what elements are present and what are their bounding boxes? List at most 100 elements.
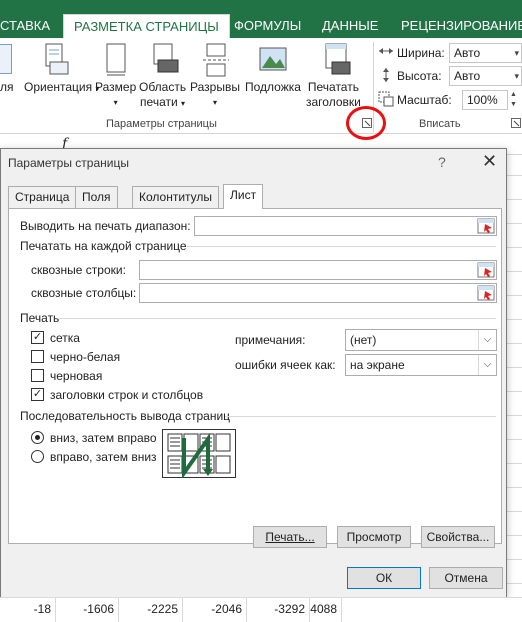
cell-errors-select[interactable]: на экране ⌵ <box>345 354 497 376</box>
cols-to-repeat-label: сквозные столбцы: <box>31 286 137 300</box>
divider <box>187 246 496 247</box>
size-label: Размер <box>95 80 137 94</box>
background-icon <box>259 47 287 71</box>
chevron-down-icon: ▾ <box>181 99 186 108</box>
rows-to-repeat-input[interactable] <box>139 260 497 280</box>
cell[interactable]: 4088 <box>310 598 342 622</box>
scale-input[interactable]: 100% <box>462 90 508 110</box>
comments-select[interactable]: (нет) ⌵ <box>345 329 497 351</box>
draft-quality-checkbox[interactable] <box>31 369 44 382</box>
print-titles-section-label: Печатать на каждой странице <box>20 239 187 253</box>
page-setup-dialog: Параметры страницы ? ✕ Страница Поля Кол… <box>0 148 507 598</box>
margins-icon <box>0 44 12 74</box>
print-titles-button[interactable]: Печатать заголовки <box>306 80 361 110</box>
tab-page[interactable]: Страница <box>8 186 77 208</box>
comments-value: (нет) <box>350 333 377 347</box>
print-area-button[interactable]: Область печати ▾ <box>139 80 186 111</box>
tab-insert[interactable]: СТАВКА <box>0 14 50 38</box>
dialog-title: Параметры страницы <box>8 156 129 170</box>
sheet-row: -18 -1606 -2225 -2046 -3292 4088 <box>0 597 522 622</box>
tab-data[interactable]: ДАННЫЕ <box>322 14 378 38</box>
page-setup-group-label: Параметры страницы <box>106 118 217 130</box>
range-picker-icon[interactable] <box>477 218 495 234</box>
print-area-input[interactable] <box>194 216 497 236</box>
print-button[interactable]: Печать... <box>253 526 327 548</box>
margins-button[interactable]: ля <box>0 80 14 94</box>
range-picker-icon[interactable] <box>477 262 495 278</box>
chevron-down-icon: ⌵ <box>478 355 496 375</box>
breaks-icon <box>203 43 229 77</box>
background-button[interactable]: Подложка <box>245 80 301 94</box>
print-titles-label-2: заголовки <box>306 95 361 109</box>
size-icon <box>106 43 126 76</box>
orientation-button[interactable]: Ориентация ▾ <box>24 80 99 94</box>
height-value: Авто <box>454 69 481 83</box>
page-order-preview-icon <box>162 429 236 478</box>
row-col-headings-label: заголовки строк и столбцов <box>50 388 204 402</box>
print-button-label: Печать... <box>265 530 315 544</box>
close-icon[interactable]: ✕ <box>482 151 497 172</box>
ribbon-tab-bar: СТАВКА РАЗМЕТКА СТРАНИЦЫ ФОРМУЛЫ ДАННЫЕ … <box>0 0 522 38</box>
ribbon: ля Ориентация ▾ Размер ▾ Область печати ▾ … <box>0 38 522 134</box>
black-white-checkbox[interactable] <box>31 350 44 363</box>
print-area-label-2: печати <box>140 95 178 109</box>
cell[interactable]: -3292 <box>247 598 310 622</box>
range-picker-icon[interactable] <box>477 285 495 301</box>
over-then-down-radio[interactable] <box>31 450 44 463</box>
orientation-label: Ориентация <box>24 80 93 94</box>
height-label: Высота: <box>397 69 442 83</box>
width-value: Авто <box>454 46 481 60</box>
width-select[interactable]: Авто ▾ <box>449 43 522 63</box>
scale-spinner[interactable]: ▲ ▼ <box>510 90 522 110</box>
down-then-over-radio[interactable] <box>31 431 44 444</box>
tab-formulas[interactable]: ФОРМУЛЫ <box>234 14 301 38</box>
sheet-tab-panel: Выводить на печать диапазон: Печатать на… <box>8 208 502 544</box>
cell-errors-value: на экране <box>350 358 405 372</box>
black-white-label: черно-белая <box>50 350 121 364</box>
width-icon <box>379 48 393 54</box>
cancel-button[interactable]: Отмена <box>429 567 503 589</box>
gridlines-label: сетка <box>50 331 80 345</box>
draft-quality-label: черновая <box>50 369 103 383</box>
breaks-button[interactable]: Разрывы ▾ <box>190 80 240 108</box>
fit-group-label: Вписать <box>419 118 461 130</box>
cell[interactable]: -2046 <box>183 598 247 622</box>
divider <box>59 318 496 319</box>
breaks-label: Разрывы <box>190 80 240 94</box>
properties-button[interactable]: Свойства... <box>421 526 495 548</box>
tab-sheet[interactable]: Лист <box>223 184 264 209</box>
chevron-down-icon: ⌵ <box>478 330 496 350</box>
print-area-label-1: Область <box>139 80 187 94</box>
tab-header-footer[interactable]: Колонтитулы <box>132 186 220 208</box>
scale-icon <box>378 91 394 107</box>
comments-label: примечания: <box>235 333 306 347</box>
cell[interactable]: -1606 <box>56 598 119 622</box>
height-select[interactable]: Авто ▾ <box>449 66 522 86</box>
divider <box>225 416 496 417</box>
rows-to-repeat-label: сквозные строки: <box>31 263 126 277</box>
tab-page-layout[interactable]: РАЗМЕТКА СТРАНИЦЫ <box>63 14 230 38</box>
tab-review[interactable]: РЕЦЕНЗИРОВАНИЕ <box>401 14 522 38</box>
preview-button[interactable]: Просмотр <box>337 526 411 548</box>
print-area-label: Выводить на печать диапазон: <box>20 219 191 233</box>
cell[interactable]: -18 <box>0 598 56 622</box>
print-area-icon <box>153 43 179 73</box>
chevron-down-icon: ▾ <box>212 98 217 107</box>
cols-to-repeat-input[interactable] <box>139 283 497 303</box>
help-icon[interactable]: ? <box>438 154 446 170</box>
print-titles-icon <box>325 43 351 75</box>
chevron-down-icon: ▾ <box>113 98 118 107</box>
fit-dialog-launcher-icon[interactable] <box>511 118 521 128</box>
orientation-icon <box>45 43 69 75</box>
size-button[interactable]: Размер ▾ <box>95 80 136 108</box>
tab-margins[interactable]: Поля <box>75 186 118 208</box>
ok-button[interactable]: ОК <box>347 567 421 589</box>
over-then-down-label: вправо, затем вниз <box>50 450 157 464</box>
cell[interactable]: -2225 <box>119 598 183 622</box>
gridlines-checkbox[interactable]: ✓ <box>31 331 44 344</box>
height-icon <box>383 68 389 82</box>
scale-label: Масштаб: <box>397 93 452 107</box>
sheet-edge <box>505 155 522 595</box>
chevron-down-icon: ▾ <box>514 71 519 81</box>
row-col-headings-checkbox[interactable]: ✓ <box>31 388 44 401</box>
